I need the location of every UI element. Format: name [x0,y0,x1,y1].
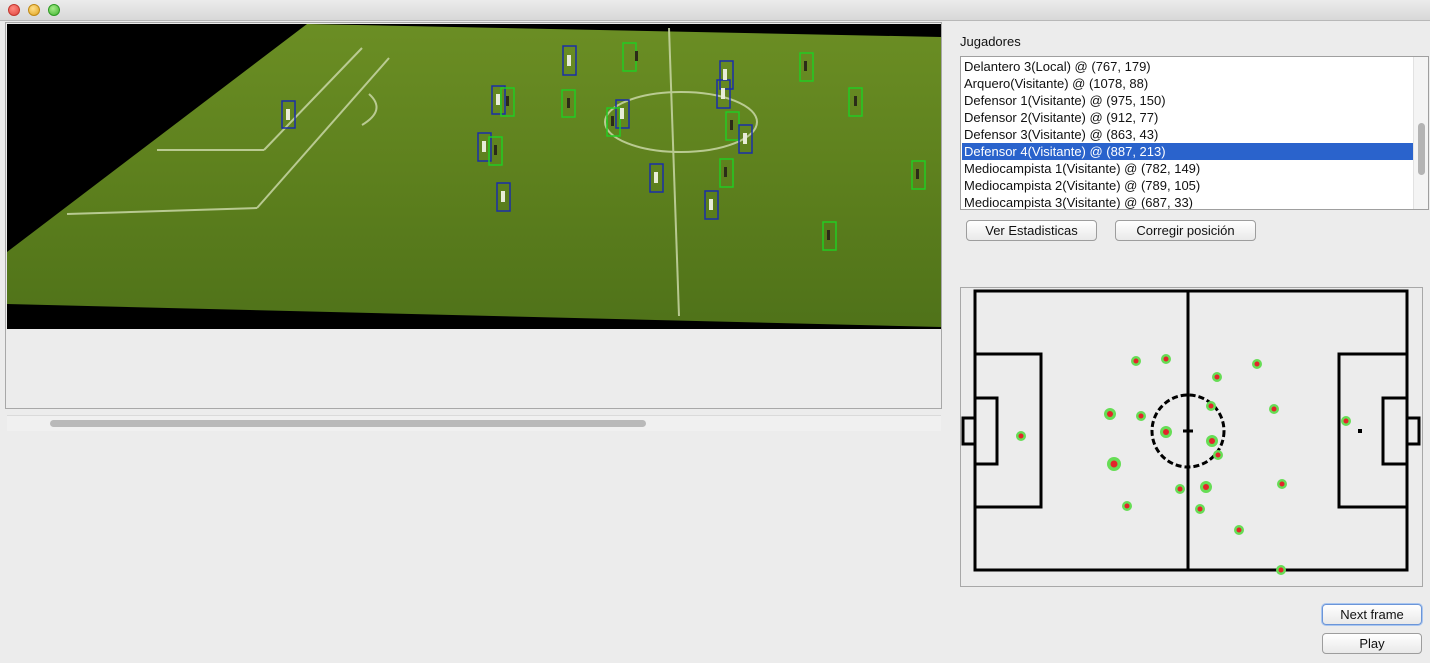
play-button[interactable]: Play [1322,633,1422,654]
minimize-icon[interactable] [28,4,40,16]
player-markers [1016,354,1351,575]
list-item[interactable]: Mediocampista 1(Visitante) @ (782, 149) [962,160,1413,177]
players-label: Jugadores [960,34,1021,49]
vscroll-thumb[interactable] [1418,123,1425,175]
list-item[interactable]: Delantero 3(Local) @ (767, 179) [962,58,1413,75]
field-minimap [961,289,1421,575]
window-titlebar [0,0,1430,21]
video-panel [5,22,942,431]
next-frame-button[interactable]: Next frame [1322,604,1422,625]
correct-position-button[interactable]: Corregir posición [1115,220,1256,241]
video-hscrollbar[interactable] [7,415,941,431]
players-vscrollbar[interactable] [1413,57,1428,209]
close-icon[interactable] [8,4,20,16]
list-item-selected[interactable]: Defensor 4(Visitante) @ (887, 213) [962,143,1413,160]
zoom-icon[interactable] [48,4,60,16]
hscroll-thumb[interactable] [50,420,646,427]
list-item[interactable]: Arquero(Visitante) @ (1078, 88) [962,75,1413,92]
list-item[interactable]: Defensor 3(Visitante) @ (863, 43) [962,126,1413,143]
video-frame [7,24,941,329]
list-item[interactable]: Mediocampista 2(Visitante) @ (789, 105) [962,177,1413,194]
list-item[interactable]: Defensor 2(Visitante) @ (912, 77) [962,109,1413,126]
players-list[interactable]: Delantero 3(Local) @ (767, 179) Arquero(… [960,56,1429,210]
field-minimap-panel [960,287,1423,587]
list-item[interactable]: Defensor 1(Visitante) @ (975, 150) [962,92,1413,109]
view-stats-button[interactable]: Ver Estadisticas [966,220,1097,241]
list-item[interactable]: Mediocampista 3(Visitante) @ (687, 33) [962,194,1413,209]
